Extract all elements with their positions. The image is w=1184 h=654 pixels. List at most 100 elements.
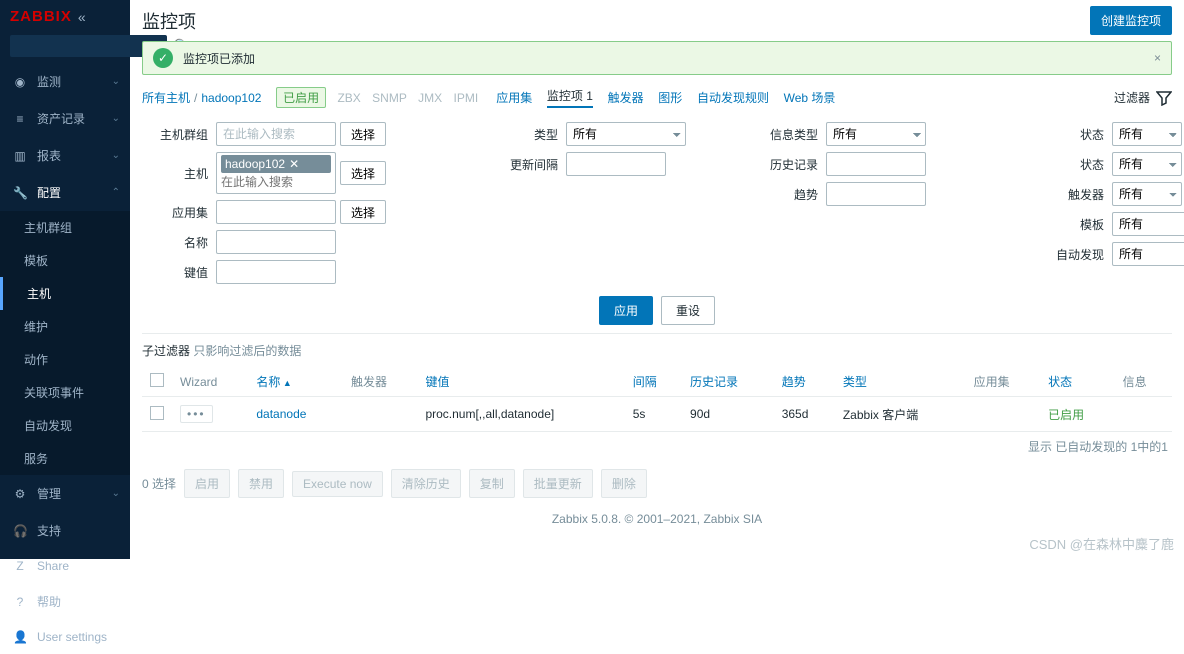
tab-discovery[interactable]: 自动发现规则 bbox=[697, 89, 769, 106]
subfilter: 子过滤器 只影响过滤后的数据 bbox=[142, 334, 1172, 363]
nav-label: 支持 bbox=[37, 522, 61, 539]
type-select[interactable]: 所有 bbox=[566, 122, 686, 146]
infotype-select[interactable]: 所有 bbox=[826, 122, 926, 146]
nav-inventory[interactable]: ≡ 资产记录 ⌄ bbox=[0, 100, 130, 137]
nav-reports[interactable]: ▥ 报表 ⌄ bbox=[0, 137, 130, 174]
nav-sub-discovery[interactable]: 自动发现 bbox=[0, 409, 130, 442]
host-input[interactable]: hadoop102✕ bbox=[216, 152, 336, 194]
nav-help[interactable]: ? 帮助 bbox=[0, 583, 130, 620]
wizard-button[interactable]: ••• bbox=[180, 405, 213, 423]
name-input[interactable] bbox=[216, 230, 336, 254]
col-name[interactable]: 名称 bbox=[248, 367, 343, 397]
appset-input[interactable] bbox=[216, 200, 336, 224]
col-interval[interactable]: 间隔 bbox=[625, 367, 682, 397]
col-status[interactable]: 状态 bbox=[1040, 367, 1114, 397]
col-type[interactable]: 类型 bbox=[835, 367, 966, 397]
nav-user-settings[interactable]: 👤 User settings bbox=[0, 620, 130, 654]
filter-form: 主机群组 选择 主机 hadoop102✕ 选择 应用集 bbox=[142, 118, 1172, 334]
nav-sub-actions[interactable]: 动作 bbox=[0, 343, 130, 376]
label-discovery: 自动发现 bbox=[1022, 246, 1112, 263]
filter-icon bbox=[1156, 90, 1172, 106]
success-message: ✓ 监控项已添加 × bbox=[142, 41, 1172, 75]
bc-jmx: JMX bbox=[418, 91, 442, 105]
nav-label: 帮助 bbox=[37, 593, 61, 610]
col-info: 信息 bbox=[1115, 367, 1172, 397]
trend-input[interactable] bbox=[826, 182, 926, 206]
nav-config[interactable]: 🔧 配置 ⌃ bbox=[0, 174, 130, 211]
label-host: 主机 bbox=[142, 165, 216, 182]
chevron-down-icon: ⌄ bbox=[112, 488, 120, 499]
status-link[interactable]: 已启用 bbox=[1048, 408, 1084, 422]
nav-monitoring[interactable]: ◉ 监测 ⌄ bbox=[0, 63, 130, 100]
label-template: 模板 bbox=[1022, 216, 1112, 233]
nav-sub-correlation[interactable]: 关联项事件 bbox=[0, 376, 130, 409]
col-key[interactable]: 键值 bbox=[417, 367, 624, 397]
gear-icon: ⚙ bbox=[13, 487, 27, 501]
select-host-button[interactable]: 选择 bbox=[340, 161, 386, 185]
headset-icon: 🎧 bbox=[13, 524, 27, 538]
label-name: 名称 bbox=[142, 234, 216, 251]
cell-history: 90d bbox=[682, 397, 774, 432]
col-trend[interactable]: 趋势 bbox=[774, 367, 835, 397]
tab-web[interactable]: Web 场景 bbox=[784, 89, 836, 106]
discovery-select[interactable]: 所有 bbox=[1112, 242, 1184, 266]
collapse-icon[interactable]: « bbox=[78, 9, 86, 25]
interval-input[interactable] bbox=[566, 152, 666, 176]
tab-triggers[interactable]: 触发器 bbox=[608, 89, 644, 106]
watermark: CSDN @在森林中麋了鹿 bbox=[1029, 534, 1174, 553]
chevron-up-icon: ⌃ bbox=[112, 187, 120, 198]
state-select[interactable]: 所有 bbox=[1112, 122, 1182, 146]
chevron-down-icon: ⌄ bbox=[112, 150, 120, 161]
nav-sub-services[interactable]: 服务 bbox=[0, 442, 130, 475]
label-hostgroup: 主机群组 bbox=[142, 126, 216, 143]
nav-share[interactable]: Z Share bbox=[0, 549, 130, 583]
check-icon: ✓ bbox=[153, 48, 173, 68]
hostgroup-input[interactable] bbox=[216, 122, 336, 146]
key-input[interactable] bbox=[216, 260, 336, 284]
bulk-execute-button: Execute now bbox=[292, 471, 383, 497]
nav-sub-hosts[interactable]: 主机 bbox=[0, 277, 130, 310]
select-hostgroup-button[interactable]: 选择 bbox=[340, 122, 386, 146]
subfilter-hint: 只影响过滤后的数据 bbox=[190, 344, 301, 358]
tab-items[interactable]: 监控项 1 bbox=[547, 87, 593, 108]
host-search-input[interactable] bbox=[221, 173, 331, 191]
nav-sub-hostgroups[interactable]: 主机群组 bbox=[0, 211, 130, 244]
col-wizard: Wizard bbox=[172, 367, 248, 397]
nav-sub-templates[interactable]: 模板 bbox=[0, 244, 130, 277]
apply-button[interactable]: 应用 bbox=[599, 296, 653, 325]
nav-admin[interactable]: ⚙ 管理 ⌄ bbox=[0, 475, 130, 512]
filter-toggle[interactable]: 过滤器 bbox=[1114, 89, 1172, 106]
bc-ipmi: IPMI bbox=[454, 91, 479, 105]
sidebar: ZABBIX « 🔍 ◉ 监测 ⌄ ≡ 资产记录 ⌄ ▥ 报表 ⌄ 🔧 配置 ⌃ bbox=[0, 0, 130, 559]
table-row: ••• datanode proc.num[,,all,datanode] 5s… bbox=[142, 397, 1172, 432]
tab-appset[interactable]: 应用集 bbox=[496, 89, 532, 106]
row-checkbox[interactable] bbox=[150, 406, 164, 420]
tab-graphs[interactable]: 图形 bbox=[658, 89, 682, 106]
label-interval: 更新间隔 bbox=[492, 156, 566, 173]
select-all-checkbox[interactable] bbox=[150, 373, 164, 387]
share-icon: Z bbox=[13, 559, 27, 573]
select-appset-button[interactable]: 选择 bbox=[340, 200, 386, 224]
cell-info bbox=[1115, 397, 1172, 432]
nav-sub-maintenance[interactable]: 维护 bbox=[0, 310, 130, 343]
create-item-button[interactable]: 创建监控项 bbox=[1090, 6, 1172, 35]
label-state: 状态 bbox=[1022, 126, 1112, 143]
col-history[interactable]: 历史记录 bbox=[682, 367, 774, 397]
nav-label: 配置 bbox=[37, 184, 61, 201]
tag-close-icon[interactable]: ✕ bbox=[289, 157, 299, 171]
bc-all-hosts[interactable]: 所有主机 bbox=[142, 89, 190, 106]
status-select[interactable]: 所有 bbox=[1112, 152, 1182, 176]
reset-button[interactable]: 重设 bbox=[661, 296, 715, 325]
close-icon[interactable]: × bbox=[1154, 51, 1161, 65]
label-history: 历史记录 bbox=[752, 156, 826, 173]
trigger-select[interactable]: 所有 bbox=[1112, 182, 1182, 206]
brand-logo: ZABBIX bbox=[10, 8, 72, 25]
template-select[interactable]: 所有 bbox=[1112, 212, 1184, 236]
label-status: 状态 bbox=[1022, 156, 1112, 173]
history-input[interactable] bbox=[826, 152, 926, 176]
nav-support[interactable]: 🎧 支持 bbox=[0, 512, 130, 549]
page-footer: Zabbix 5.0.8. © 2001–2021, Zabbix SIA bbox=[142, 508, 1172, 532]
item-name-link[interactable]: datanode bbox=[256, 407, 306, 421]
host-tag[interactable]: hadoop102✕ bbox=[221, 155, 331, 173]
bc-host[interactable]: hadoop102 bbox=[201, 91, 261, 105]
